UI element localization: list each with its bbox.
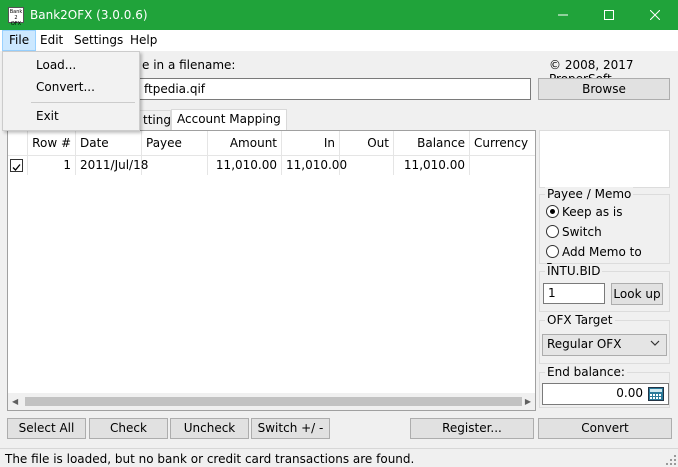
chevron-down-icon (650, 340, 660, 346)
radio-label: Switch (562, 225, 602, 239)
payee-memo-group: Payee / Memo Keep as is Switch Add Memo … (539, 187, 670, 275)
ofx-target-select[interactable]: Regular OFX (542, 334, 667, 356)
column-header[interactable]: Currency (470, 131, 535, 156)
status-text: The file is loaded, but no bank or credi… (5, 452, 415, 466)
minimize-button[interactable] (540, 0, 586, 30)
row-number-cell: 1 (28, 156, 76, 175)
window-title: Bank2OFX (3.0.0.6) (30, 8, 148, 22)
checkmark-icon (12, 164, 21, 171)
check-button[interactable]: Check (89, 418, 168, 439)
uncheck-button[interactable]: Uncheck (170, 418, 249, 439)
scrollbar-thumb[interactable] (25, 397, 522, 406)
menu-file[interactable]: File (2, 30, 37, 51)
file-label: e in a filename: (142, 58, 236, 72)
end-balance-group: End balance: 0.00 (539, 365, 670, 408)
close-button[interactable] (632, 0, 678, 30)
minimize-icon (558, 14, 568, 16)
date-cell: 2011/Jul/18 (76, 156, 148, 175)
title-bar: Bank 2 OFX Bank2OFX (3.0.0.6) (0, 0, 678, 30)
close-icon (650, 10, 660, 20)
switch-sign-button[interactable]: Switch +/ - (251, 418, 330, 439)
menu-item-load[interactable]: Load... (36, 58, 76, 72)
column-header[interactable]: In (282, 131, 340, 156)
in-cell: 11,010.00 (282, 156, 347, 175)
menu-item-exit[interactable]: Exit (36, 109, 59, 123)
resize-grip-icon[interactable] (666, 455, 676, 465)
tab-account-mapping[interactable]: Account Mapping (171, 109, 287, 130)
column-header[interactable]: Date (76, 131, 142, 156)
column-header[interactable]: Amount (208, 131, 282, 156)
side-blank-area (539, 130, 670, 188)
table-row[interactable]: 1 2011/Jul/18 11,010.00 11,010.00 11,010… (8, 156, 535, 175)
status-bar: The file is loaded, but no bank or credi… (0, 448, 678, 467)
radio-icon (546, 245, 559, 258)
payee-cell (142, 156, 208, 175)
row-checkbox[interactable] (10, 159, 23, 172)
grid-header: Row # Date Payee Amount In Out Balance C… (8, 131, 535, 156)
browse-button[interactable]: Browse (538, 78, 670, 100)
radio-selected-icon (546, 205, 559, 218)
intu-bid-group: INTU.BID 1 Look up (539, 264, 670, 312)
ofx-target-group: OFX Target Regular OFX (539, 313, 670, 364)
maximize-button[interactable] (586, 0, 632, 30)
group-title: INTU.BID (545, 264, 603, 278)
filename-value: ftpedia.qif (144, 82, 206, 96)
convert-button[interactable]: Convert (538, 418, 672, 439)
radio-add-memo-to-payee[interactable]: Add Memo to Payee (546, 244, 669, 275)
ofx-target-value: Regular OFX (547, 337, 622, 351)
horizontal-scrollbar[interactable]: ◀ ▶ (8, 393, 535, 410)
look-up-button[interactable]: Look up (611, 283, 663, 305)
column-header[interactable]: Payee (142, 131, 208, 156)
group-title: OFX Target (545, 313, 615, 327)
options-panel: Payee / Memo Keep as is Switch Add Memo … (537, 130, 672, 411)
menu-bar: File Edit Settings Help (0, 30, 678, 51)
radio-label: Keep as is (562, 205, 623, 219)
header-check-column (8, 131, 28, 156)
group-title: Payee / Memo (545, 187, 634, 201)
calculator-icon[interactable] (648, 387, 664, 401)
file-menu-dropdown: Load... Convert... Exit (2, 51, 140, 131)
register-button[interactable]: Register... (410, 418, 534, 439)
column-header[interactable]: Balance (394, 131, 470, 156)
scroll-right-icon[interactable]: ▶ (525, 397, 531, 406)
menu-item-convert[interactable]: Convert... (36, 80, 95, 94)
currency-cell (470, 156, 535, 175)
app-icon: Bank 2 OFX (8, 7, 24, 27)
balance-cell: 11,010.00 (394, 156, 470, 175)
menu-edit[interactable]: Edit (34, 30, 69, 51)
radio-keep-as-is[interactable]: Keep as is (546, 204, 622, 220)
maximize-icon (604, 10, 614, 20)
column-header[interactable]: Row # (28, 131, 76, 156)
menu-help[interactable]: Help (124, 30, 163, 51)
out-cell (340, 156, 394, 175)
amount-cell: 11,010.00 (208, 156, 282, 175)
app-icon-line: OFX (10, 21, 22, 27)
column-header[interactable]: Out (340, 131, 394, 156)
intu-bid-input[interactable]: 1 (543, 283, 605, 304)
group-title: End balance: (545, 365, 627, 379)
row-check-cell (8, 156, 28, 175)
radio-switch[interactable]: Switch (546, 224, 602, 240)
radio-icon (546, 225, 559, 238)
menu-separator (31, 102, 135, 103)
scroll-left-icon[interactable]: ◀ (12, 397, 18, 406)
transactions-grid: Row # Date Payee Amount In Out Balance C… (7, 130, 536, 411)
select-all-button[interactable]: Select All (7, 418, 86, 439)
menu-settings[interactable]: Settings (68, 30, 129, 51)
